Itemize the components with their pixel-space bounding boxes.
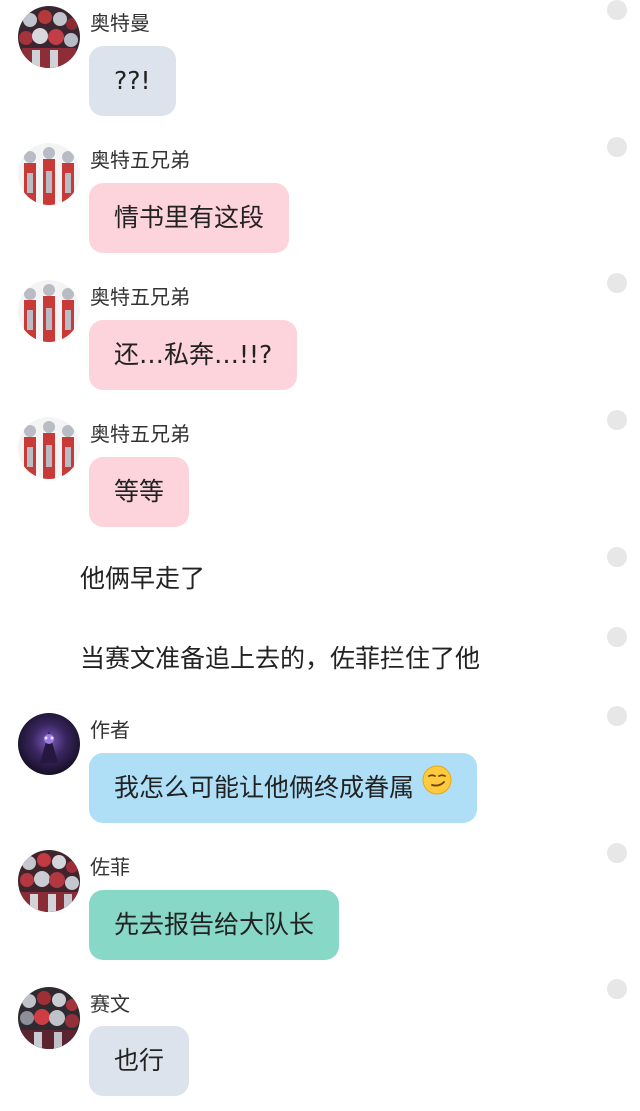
message-text: 也行 [114,1046,165,1075]
message-text: ??! [114,66,151,95]
side-dot-icon [607,979,627,999]
smirk-face-emoji-icon [422,752,452,822]
sender-name: 赛文 [90,992,130,1016]
sender-name: 佐菲 [90,855,130,879]
message-bubble[interactable]: 也行 [89,1026,190,1096]
message-bubble[interactable]: 还…私奔…!!? [89,320,298,390]
seven-avatar-icon[interactable] [18,987,80,1049]
side-dot-icon [607,706,627,726]
side-dot-icon [607,0,627,20]
narration-text[interactable]: 他俩早走了 [80,563,205,595]
side-dot-icon [607,843,627,863]
narration-text[interactable]: 当赛文准备追上去的，佐菲拦住了他 [80,643,480,675]
message-text: 我怎么可能让他俩终成眷属 [114,773,415,802]
sender-name: 奥特五兄弟 [90,422,190,446]
side-dot-icon [607,547,627,567]
ultraman-group-avatar-icon[interactable] [18,6,80,68]
message-text: 还…私奔…!!? [114,340,273,369]
sender-name: 奥特曼 [90,11,150,35]
message-text: 情书里有这段 [114,203,265,232]
sender-name: 奥特五兄弟 [90,285,190,309]
side-dot-icon [607,627,627,647]
message-bubble[interactable]: 我怎么可能让他俩终成眷属 [89,753,477,823]
side-dot-icon [607,273,627,293]
message-text: 先去报告给大队长 [114,910,315,939]
message-bubble[interactable]: 等等 [89,457,190,527]
dark-purple-avatar-icon[interactable] [18,713,80,775]
message-bubble[interactable]: 情书里有这段 [89,183,290,253]
sender-name: 奥特五兄弟 [90,148,190,172]
message-bubble[interactable]: ??! [89,46,176,116]
zoffy-avatar-icon[interactable] [18,850,80,912]
ultra-brothers-avatar-icon[interactable] [18,143,80,205]
message-text: 等等 [114,477,165,506]
side-dot-icon [607,137,627,157]
side-dot-icon [607,410,627,430]
sender-name: 作者 [90,718,130,742]
message-bubble[interactable]: 先去报告给大队长 [89,890,340,960]
ultra-brothers-avatar-icon[interactable] [18,280,80,342]
ultra-brothers-avatar-icon[interactable] [18,417,80,479]
